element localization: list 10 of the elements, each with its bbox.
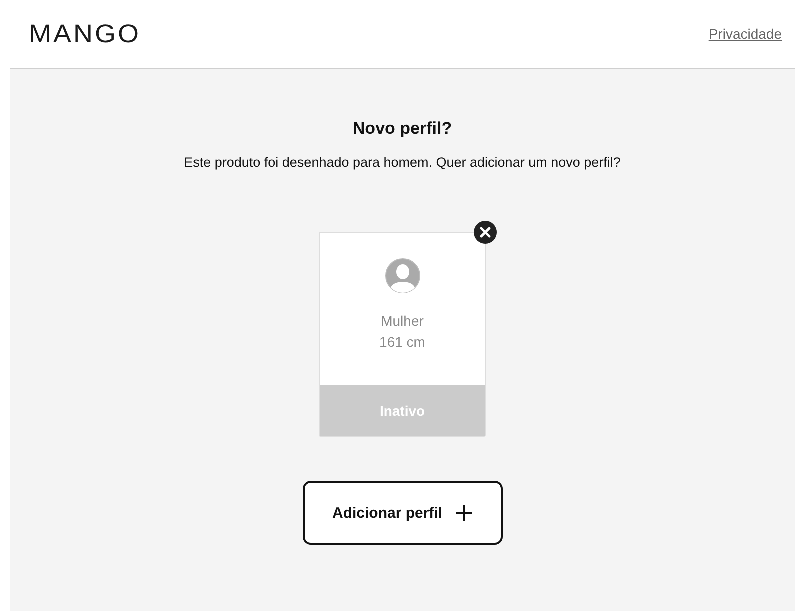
- privacy-link[interactable]: Privacidade: [708, 26, 782, 42]
- profile-name: Mulher: [381, 312, 424, 331]
- close-icon[interactable]: [474, 221, 497, 244]
- plus-icon: [454, 504, 473, 522]
- dialog-message: Este produto foi desenhado para homem. Quer adicionar um novo perfil?: [184, 155, 621, 170]
- avatar-icon: [384, 258, 420, 294]
- profile-height: 161 cm: [380, 333, 426, 352]
- add-profile-button[interactable]: Adicionar perfil: [302, 481, 502, 545]
- dialog-title: Novo perfil?: [352, 119, 452, 139]
- brand-logo: MANGO: [29, 19, 142, 49]
